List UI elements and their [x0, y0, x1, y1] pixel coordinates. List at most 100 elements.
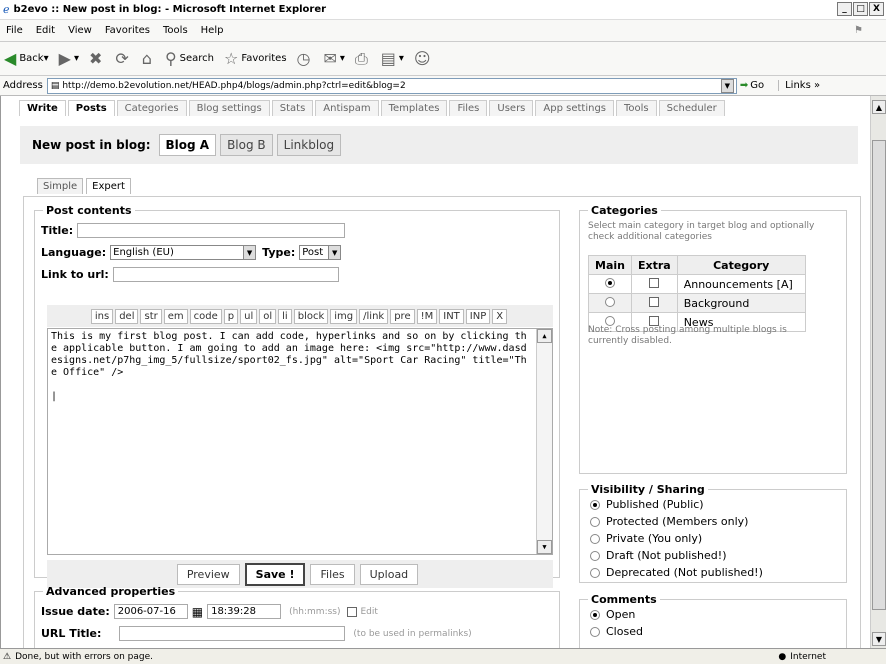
menu-file[interactable]: File — [6, 25, 23, 36]
qt-int-button[interactable]: INT — [439, 308, 464, 324]
favorites-button[interactable]: ☆ Favorites — [224, 49, 287, 68]
tab-antispam[interactable]: Antispam — [315, 100, 379, 116]
type-select[interactable]: Post ▼ — [299, 245, 342, 260]
stop-button[interactable]: ✖ — [89, 49, 105, 68]
qt-ins-button[interactable]: ins — [90, 308, 114, 324]
menu-edit[interactable]: Edit — [36, 25, 55, 36]
tab-expert[interactable]: Expert — [86, 178, 131, 194]
qt-del-button[interactable]: del — [115, 308, 139, 324]
tab-write[interactable]: Write — [19, 100, 66, 116]
edit-button[interactable]: ▤ ▾ — [381, 49, 404, 68]
upload-button[interactable]: Upload — [359, 563, 419, 585]
visibility-radio[interactable] — [590, 550, 600, 561]
visibility-option-published[interactable]: Published (Public) — [590, 498, 704, 511]
comments-option-open[interactable]: Open — [590, 608, 635, 621]
menu-tools[interactable]: Tools — [163, 25, 188, 36]
links-button[interactable]: Links » — [778, 80, 820, 91]
refresh-button[interactable]: ⟳ — [115, 49, 131, 68]
comments-option-closed[interactable]: Closed — [590, 625, 643, 638]
qt-img-button[interactable]: img — [330, 308, 358, 324]
menu-view[interactable]: View — [68, 25, 92, 36]
visibility-option-deprecated[interactable]: Deprecated (Not published!) — [590, 566, 763, 579]
main-category-radio[interactable] — [604, 315, 615, 326]
search-button[interactable]: ⚲ Search — [165, 49, 214, 68]
messenger-button[interactable]: ☺ — [414, 49, 434, 68]
files-button[interactable]: Files — [310, 563, 355, 585]
qt-m-button[interactable]: !M — [416, 308, 438, 324]
mail-button[interactable]: ✉ ▾ — [324, 49, 345, 68]
url-title-input[interactable] — [119, 626, 346, 641]
main-category-radio[interactable] — [604, 277, 615, 288]
extra-category-checkbox[interactable] — [649, 277, 660, 288]
scroll-up-icon[interactable]: ▲ — [537, 329, 552, 343]
preview-button[interactable]: Preview — [176, 563, 240, 585]
tab-files[interactable]: Files — [449, 100, 488, 116]
comments-radio[interactable] — [590, 626, 600, 637]
extra-category-checkbox[interactable] — [649, 315, 660, 326]
comments-radio[interactable] — [590, 609, 600, 620]
qt-close-button[interactable]: X — [492, 308, 508, 324]
edit-date-checkbox[interactable] — [346, 606, 357, 617]
scroll-down-icon[interactable]: ▼ — [537, 540, 552, 554]
address-dropdown-icon[interactable]: ▼ — [720, 78, 734, 93]
back-button[interactable]: ◀ Back ▾ — [4, 49, 49, 68]
link-url-input[interactable] — [112, 267, 339, 282]
print-button[interactable]: ⎙ — [355, 49, 371, 69]
visibility-option-private[interactable]: Private (You only) — [590, 532, 702, 545]
calendar-icon[interactable]: ▦ — [192, 605, 203, 619]
post-content-textarea[interactable]: This is my first blog post. I can add co… — [47, 328, 553, 555]
scrollbar-thumb[interactable] — [872, 140, 886, 610]
blog-a-button[interactable]: Blog A — [158, 134, 217, 156]
qt-pre-button[interactable]: pre — [390, 308, 415, 324]
tab-users[interactable]: Users — [489, 100, 534, 116]
forward-button[interactable]: ▶ ▾ — [59, 49, 79, 68]
tab-blog-settings[interactable]: Blog settings — [188, 100, 270, 116]
visibility-option-draft[interactable]: Draft (Not published!) — [590, 549, 726, 562]
title-input[interactable] — [77, 223, 346, 238]
qt-li-button[interactable]: li — [278, 308, 292, 324]
visibility-radio[interactable] — [590, 567, 600, 578]
tab-scheduler[interactable]: Scheduler — [658, 100, 725, 116]
qt-link-button[interactable]: /link — [359, 308, 389, 324]
tab-app-settings[interactable]: App settings — [535, 100, 614, 116]
tab-categories[interactable]: Categories — [116, 100, 187, 116]
qt-block-button[interactable]: block — [293, 308, 329, 324]
history-button[interactable]: ◷ — [297, 49, 314, 68]
close-button[interactable]: X — [869, 2, 884, 16]
extra-category-checkbox[interactable] — [649, 296, 660, 307]
textarea-scrollbar[interactable]: ▲ ▼ — [536, 329, 552, 554]
tab-tools[interactable]: Tools — [616, 100, 657, 116]
page-scrollbar[interactable]: ▲ ▼ — [870, 96, 886, 648]
save-button[interactable]: Save ! — [244, 562, 306, 586]
tab-templates[interactable]: Templates — [380, 100, 448, 116]
issue-time-input[interactable]: 18:39:28 — [207, 604, 282, 619]
menu-favorites[interactable]: Favorites — [105, 25, 150, 36]
menu-help[interactable]: Help — [201, 25, 224, 36]
qt-em-button[interactable]: em — [163, 308, 188, 324]
qt-inp-button[interactable]: INP — [465, 308, 491, 324]
maximize-button[interactable]: □ — [853, 2, 868, 16]
go-button[interactable]: ➡ Go — [740, 80, 764, 91]
visibility-radio[interactable] — [590, 533, 600, 544]
minimize-button[interactable]: _ — [837, 2, 852, 16]
tab-posts[interactable]: Posts — [67, 100, 115, 116]
qt-p-button[interactable]: p — [223, 308, 239, 324]
scroll-up-icon[interactable]: ▲ — [872, 100, 886, 114]
visibility-radio[interactable] — [590, 516, 600, 527]
blog-b-button[interactable]: Blog B — [220, 134, 273, 156]
visibility-option-protected[interactable]: Protected (Members only) — [590, 515, 748, 528]
address-input[interactable]: ▤ http://demo.b2evolution.net/HEAD.php4/b… — [46, 77, 737, 94]
qt-ol-button[interactable]: ol — [259, 308, 277, 324]
qt-ul-button[interactable]: ul — [240, 308, 258, 324]
home-button[interactable]: ⌂ — [142, 49, 155, 68]
qt-code-button[interactable]: code — [189, 308, 222, 324]
language-select[interactable]: English (EU) ▼ — [110, 245, 257, 260]
issue-date-input[interactable]: 2006-07-16 — [113, 604, 188, 619]
qt-str-button[interactable]: str — [140, 308, 162, 324]
main-category-radio[interactable] — [604, 296, 615, 307]
linkblog-button[interactable]: Linkblog — [276, 134, 342, 156]
tab-simple[interactable]: Simple — [37, 178, 84, 194]
scroll-down-icon[interactable]: ▼ — [872, 632, 886, 646]
visibility-radio[interactable] — [590, 499, 600, 510]
tab-stats[interactable]: Stats — [271, 100, 314, 116]
